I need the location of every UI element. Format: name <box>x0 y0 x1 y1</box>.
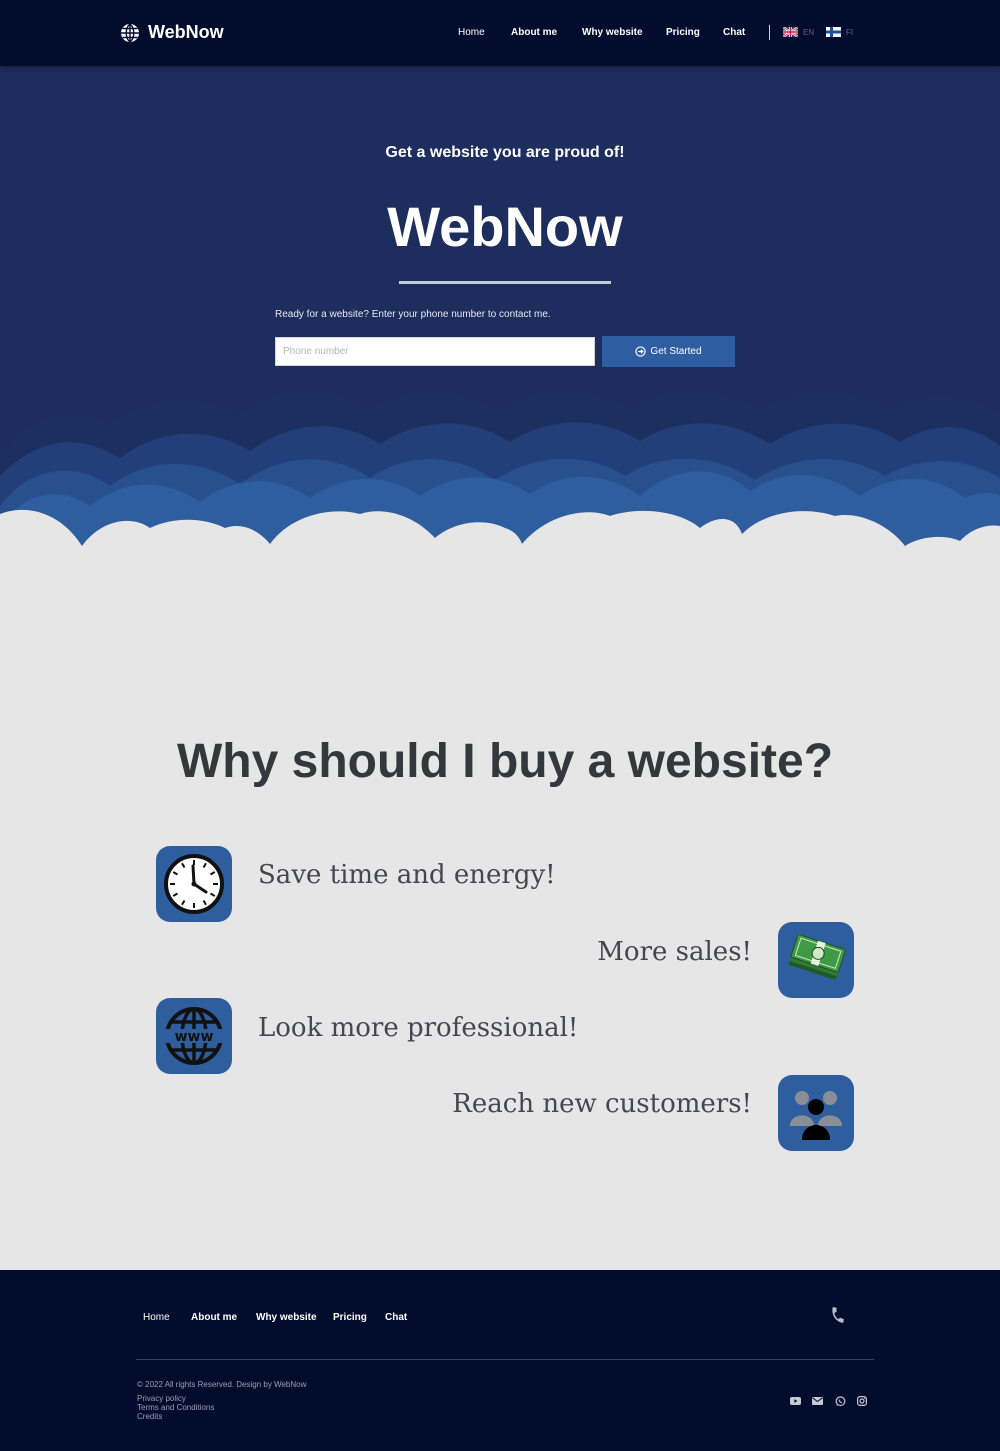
hero-title: WebNow <box>387 195 623 258</box>
language-en-label: EN <box>803 27 815 37</box>
footer-nav-why-website[interactable]: Why website <box>256 1312 317 1323</box>
logo-text: WebNow <box>148 22 224 42</box>
site-footer: Home About me Why website Pricing Chat ©… <box>0 1270 1000 1451</box>
feature-people-tile <box>778 1075 854 1151</box>
people-icon <box>790 1091 842 1140</box>
www-globe-icon: www <box>165 1007 223 1065</box>
svg-text:www: www <box>175 1029 214 1045</box>
feature-clock-tile <box>156 846 232 922</box>
globe-icon <box>121 22 139 43</box>
hero-divider <box>399 281 611 284</box>
uk-flag-icon <box>783 27 798 37</box>
finland-flag-icon <box>826 27 841 37</box>
language-fi-label: FI <box>846 27 854 37</box>
footer-nav-chat[interactable]: Chat <box>385 1312 407 1323</box>
get-started-button[interactable]: Get Started <box>602 336 735 367</box>
nav-why-website[interactable]: Why website <box>582 27 643 38</box>
email-icon[interactable] <box>810 1394 824 1408</box>
nav-divider <box>769 25 770 40</box>
hero-tagline: Get a website you are proud of! <box>385 144 625 161</box>
copyright-text: © 2022 All rights Reserved. Design by We… <box>137 1380 307 1389</box>
whatsapp-icon[interactable] <box>833 1394 847 1408</box>
feature-www-tile: www <box>156 998 232 1074</box>
footer-nav-about-me[interactable]: About me <box>191 1312 237 1323</box>
youtube-icon[interactable] <box>788 1394 802 1408</box>
nav-home[interactable]: Home <box>458 27 485 38</box>
feature-save-time: Save time and energy! <box>258 860 556 890</box>
site-header: WebNow Home About me Why website Pricing… <box>0 0 1000 66</box>
footer-divider <box>136 1359 874 1360</box>
nav-about-me[interactable]: About me <box>511 27 557 38</box>
feature-look-professional: Look more professional! <box>258 1013 579 1043</box>
feature-reach-customers: Reach new customers! <box>452 1089 752 1119</box>
clock-icon <box>164 854 224 914</box>
language-fi[interactable]: FI <box>826 27 853 37</box>
instagram-icon[interactable] <box>855 1394 869 1408</box>
hero-prompt: Ready for a website? Enter your phone nu… <box>275 309 551 320</box>
nav-pricing[interactable]: Pricing <box>666 27 700 38</box>
feature-more-sales: More sales! <box>597 937 752 967</box>
get-started-label: Get Started <box>650 346 702 357</box>
language-en[interactable]: EN <box>783 27 814 37</box>
nav-chat[interactable]: Chat <box>723 27 745 38</box>
feature-money-tile <box>778 922 854 998</box>
hero-section: Get a website you are proud of! WebNow R… <box>0 66 1000 556</box>
logo[interactable]: WebNow <box>120 22 224 43</box>
footer-nav-pricing[interactable]: Pricing <box>333 1312 367 1323</box>
money-icon <box>788 935 846 980</box>
terms-link[interactable]: Terms and Conditions <box>137 1403 214 1412</box>
why-title: Why should I buy a website? <box>176 735 834 788</box>
phone-icon[interactable] <box>829 1306 847 1324</box>
arrow-circle-icon <box>635 346 647 357</box>
footer-nav-home[interactable]: Home <box>143 1312 170 1323</box>
privacy-policy-link[interactable]: Privacy policy <box>137 1394 186 1403</box>
credits-link[interactable]: Credits <box>137 1412 162 1421</box>
phone-number-input[interactable] <box>275 337 595 366</box>
